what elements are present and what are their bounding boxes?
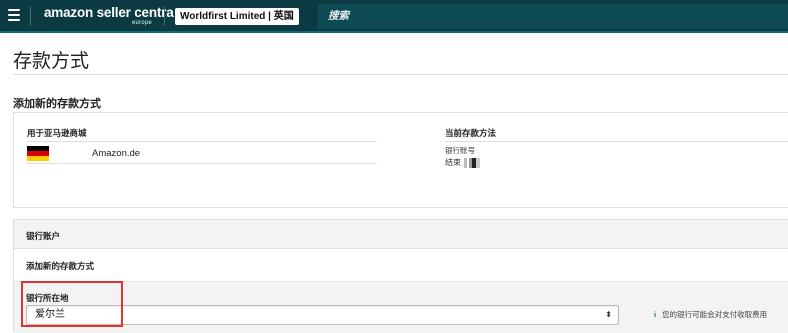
bank-location-row: 银行所在地 爱尔兰 ⬍ i 您的银行可能会对支付收取费用 [14, 282, 788, 333]
amazon-seller-central-logo[interactable]: amazon seller centra europe [44, 5, 174, 26]
nav-divider [30, 6, 31, 26]
fee-note-text: 您的银行可能会对支付收取费用 [662, 310, 768, 319]
section-title: 添加新的存款方式 [13, 98, 101, 110]
masked-account-number [464, 157, 480, 168]
logo-brand: amazon seller centra [44, 5, 174, 20]
bank-account-label: 银行账号 [445, 146, 475, 155]
marketplace-card: 用于亚马逊商城 Amazon.de 当前存款方法 银行账号 结束 [13, 112, 788, 208]
account-ending: 结束 [445, 157, 480, 168]
germany-flag-icon [27, 146, 49, 161]
add-method-row: 添加新的存款方式 [14, 249, 788, 282]
select-arrows-icon: ⬍ [605, 310, 612, 319]
add-method-heading: 添加新的存款方式 [26, 261, 95, 271]
logo-region: europe [132, 20, 152, 26]
bank-account-header-row: 银行账户 [14, 220, 788, 249]
row-divider [27, 163, 377, 164]
fee-note: i 您的银行可能会对支付收取费用 [654, 309, 767, 320]
marketplace-column-header: 用于亚马逊商城 [27, 128, 87, 138]
account-switcher[interactable]: Worldfirst Limited | 英国 [175, 8, 299, 25]
marketplace-name: Amazon.de [92, 148, 141, 159]
info-icon: i [654, 310, 657, 319]
nav-divider [164, 6, 165, 26]
bank-account-heading: 银行账户 [26, 231, 61, 241]
bank-account-card: 银行账户 添加新的存款方式 银行所在地 爱尔兰 ⬍ i 您的银行可能会对支付收取费… [13, 219, 788, 333]
top-nav-bar: amazon seller centra europe Worldfirst L… [0, 0, 788, 33]
title-divider [13, 74, 788, 75]
column-divider [27, 141, 377, 142]
highlight-box [21, 281, 123, 327]
search-input[interactable]: 搜索 [318, 4, 788, 29]
ending-label: 结束 [445, 158, 461, 167]
column-divider [445, 141, 788, 142]
current-method-column-header: 当前存款方法 [445, 128, 497, 138]
hamburger-menu-icon[interactable] [8, 9, 20, 21]
page-title: 存款方式 [13, 51, 90, 72]
